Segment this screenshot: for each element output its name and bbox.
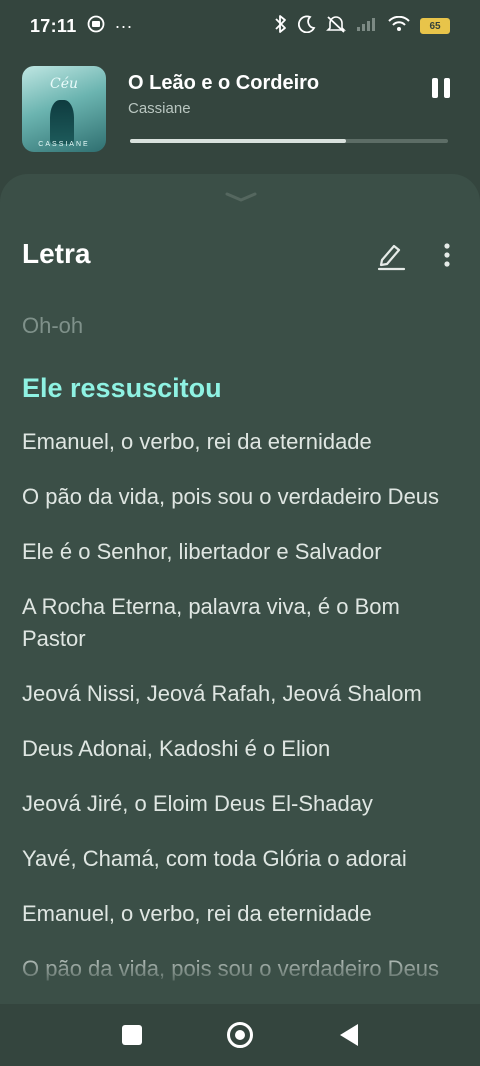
- back-button[interactable]: [340, 1024, 358, 1046]
- lyric-line[interactable]: Jeová Jiré, o Eloim Deus El-Shaday: [22, 788, 458, 820]
- lyric-line[interactable]: Deus Adonai, Kadoshi é o Elion: [22, 733, 458, 765]
- more-options-icon[interactable]: [434, 238, 460, 272]
- status-right: 65: [274, 14, 450, 39]
- now-playing-bar[interactable]: Céu CASSIANE O Leão e o Cordeiro Cassian…: [0, 52, 480, 172]
- chevron-down-icon[interactable]: [224, 190, 258, 204]
- lyric-line[interactable]: Jeová Nissi, Jeová Rafah, Jeová Shalom: [22, 678, 458, 710]
- lyric-line[interactable]: A Rocha Eterna, palavra viva, é o Bom Pa…: [22, 591, 458, 655]
- pause-icon-bar: [444, 78, 450, 98]
- lyric-line[interactable]: O pão da vida, pois sou o verdadeiro Deu…: [22, 481, 458, 513]
- mute-icon: [326, 15, 346, 38]
- wifi-icon: [388, 15, 410, 37]
- lyric-line[interactable]: Oh-oh: [22, 310, 458, 342]
- lyric-line[interactable]: Emanuel, o verbo, rei da eternidade: [22, 898, 458, 930]
- signal-icon: [356, 16, 378, 37]
- navigation-bar: [0, 1004, 480, 1066]
- home-button[interactable]: [227, 1022, 253, 1048]
- album-art-artist: CASSIANE: [38, 141, 90, 148]
- pause-button[interactable]: [426, 78, 456, 104]
- song-artist: Cassiane: [128, 100, 191, 117]
- album-art[interactable]: Céu CASSIANE: [22, 66, 106, 152]
- pause-icon-bar: [432, 78, 438, 98]
- progress-fill: [130, 139, 347, 143]
- recents-button[interactable]: [122, 1025, 142, 1045]
- status-time: 17:11: [30, 15, 77, 36]
- lyric-line[interactable]: Emanuel, o verbo, rei da eternidade: [22, 426, 458, 458]
- lyric-line[interactable]: Yavé, Chamá, com toda Glória o adorai: [22, 843, 458, 875]
- bluetooth-icon: [274, 14, 288, 39]
- lyric-line-current[interactable]: Ele ressuscitou: [22, 370, 458, 406]
- lyric-line[interactable]: Ele é o Senhor, libertador e Salvador: [22, 536, 458, 568]
- more-indicator: ···: [114, 15, 133, 36]
- moon-icon: [297, 15, 316, 38]
- album-art-title: Céu: [50, 76, 79, 92]
- lyrics-fade: [0, 948, 480, 1004]
- lyrics-list[interactable]: Oh-oh Ele ressuscitou Emanuel, o verbo, re…: [22, 310, 458, 1004]
- song-title: O Leão e o Cordeiro: [128, 72, 320, 94]
- battery-icon: 65: [420, 18, 450, 34]
- album-art-figure: [50, 100, 74, 144]
- media-icon: [87, 15, 105, 38]
- lyrics-panel[interactable]: Letra Oh-oh Ele ressuscitou Emanuel, o ver…: [0, 174, 480, 1004]
- edit-icon[interactable]: [374, 238, 408, 272]
- status-left: 17:11 ···: [30, 15, 133, 38]
- lyrics-title: Letra: [22, 238, 91, 269]
- status-bar: 17:11 ··· 65: [0, 0, 480, 52]
- progress-bar[interactable]: [130, 139, 448, 143]
